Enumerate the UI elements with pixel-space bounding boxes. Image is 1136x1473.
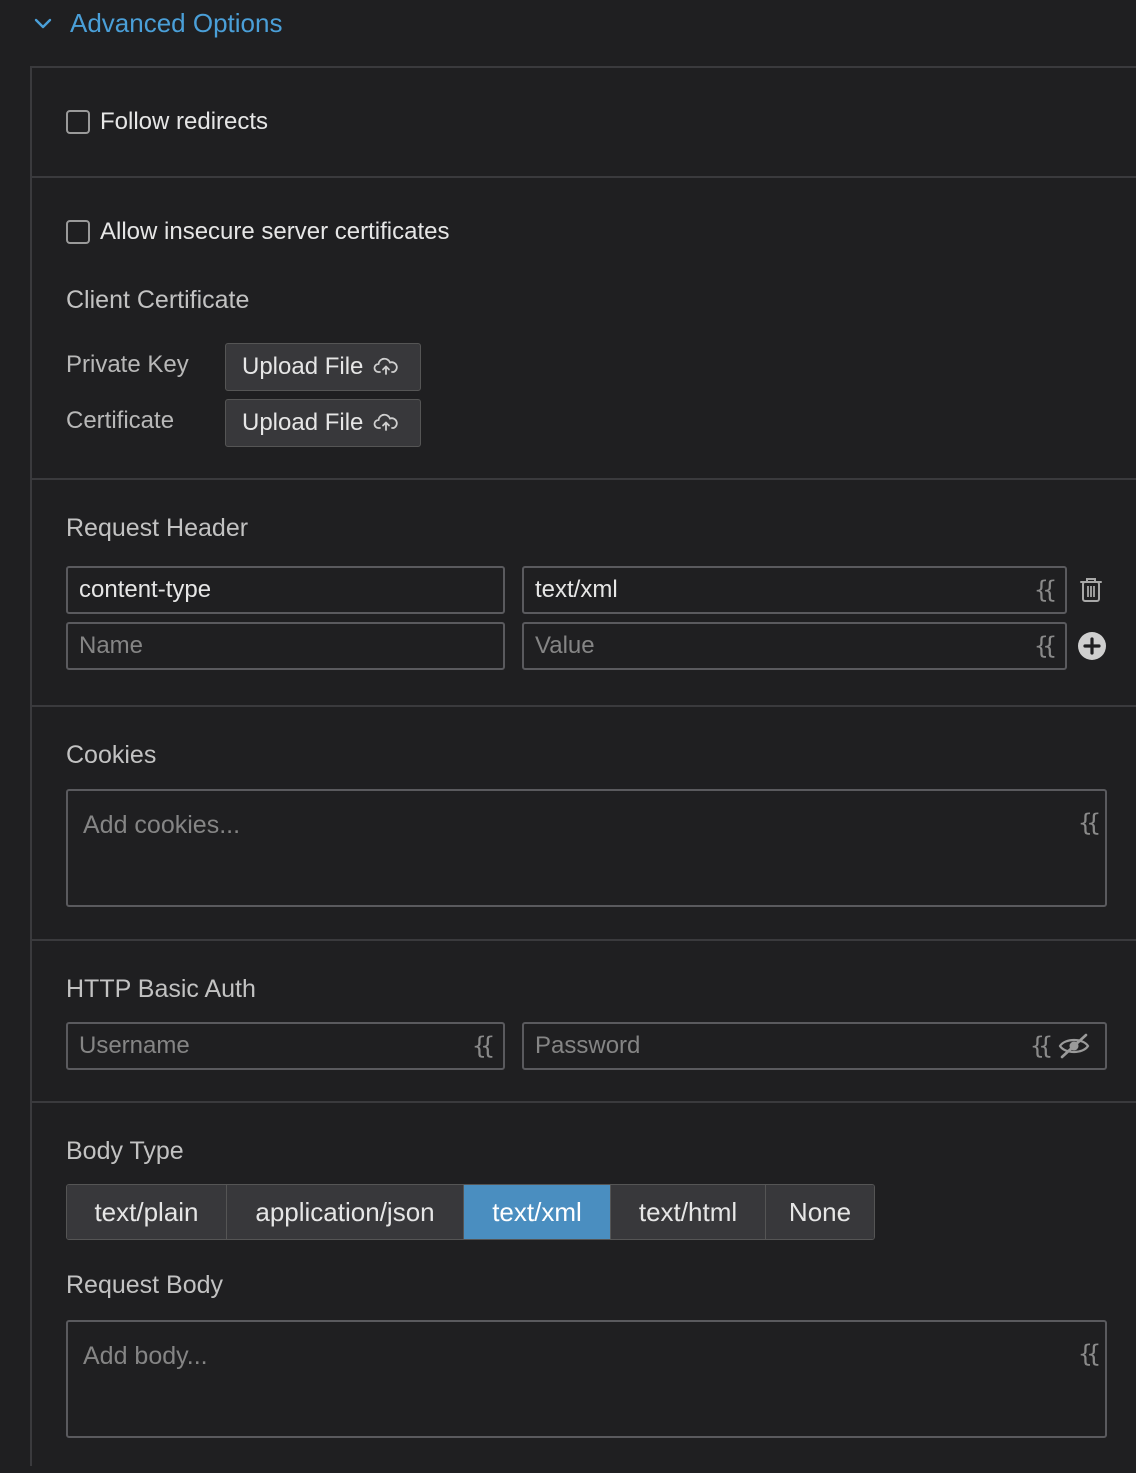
cloud-upload-icon <box>374 413 399 431</box>
security-section: Allow insecure server certificates Clien… <box>32 178 1136 480</box>
eye-slash-icon[interactable] <box>1057 1033 1091 1059</box>
insecure-checkbox[interactable] <box>66 220 90 244</box>
private-key-label: Private Key <box>66 351 189 378</box>
body-type-text-plain[interactable]: text/plain <box>67 1185 227 1239</box>
body-type-title: Body Type <box>66 1137 184 1165</box>
request-header-title: Request Header <box>66 514 249 542</box>
certificate-label: Certificate <box>66 407 175 434</box>
insecure-label: Allow insecure server certificates <box>100 218 450 245</box>
body-type-none[interactable]: None <box>766 1185 874 1239</box>
header-new-value-input[interactable]: Value {{ <box>522 622 1067 670</box>
follow-redirects-label: Follow redirects <box>100 108 269 135</box>
basic-auth-section: HTTP Basic Auth Username {{ Password {{ <box>32 941 1136 1103</box>
header-value-value: text/xml <box>535 576 618 603</box>
request-body-title: Request Body <box>66 1271 224 1299</box>
private-key-upload-button[interactable]: Upload File <box>225 343 421 391</box>
certificate-upload-button[interactable]: Upload File <box>225 399 421 447</box>
template-icon[interactable]: {{ <box>1030 1032 1053 1060</box>
advanced-options-panel: Follow redirects Allow insecure server c… <box>30 66 1136 1466</box>
cookies-placeholder: Add cookies... <box>83 811 241 839</box>
body-type-text-xml[interactable]: text/xml <box>464 1185 611 1239</box>
request-body-placeholder: Add body... <box>83 1342 208 1370</box>
body-type-application-json[interactable]: application/json <box>227 1185 464 1239</box>
advanced-options-toggle[interactable]: Advanced Options <box>0 0 1136 46</box>
trash-icon[interactable] <box>1078 576 1104 604</box>
template-icon[interactable]: {{ <box>1078 1340 1101 1368</box>
header-new-name-input[interactable]: Name <box>66 622 505 670</box>
header-name-value: content-type <box>79 576 212 603</box>
cookies-title: Cookies <box>66 741 157 769</box>
template-icon[interactable]: {{ <box>472 1032 495 1060</box>
plus-circle-icon[interactable] <box>1077 631 1107 661</box>
body-section: Body Type Request Body Add body... {{ <box>32 1103 1136 1473</box>
password-input[interactable]: Password {{ <box>522 1022 1107 1070</box>
request-header-section: Request Header content-type text/xml {{ … <box>32 480 1136 707</box>
advanced-options-title: Advanced Options <box>70 7 283 38</box>
client-certificate-title: Client Certificate <box>66 286 250 314</box>
username-placeholder: Username <box>79 1032 190 1059</box>
template-icon[interactable]: {{ <box>1078 809 1101 837</box>
basic-auth-title: HTTP Basic Auth <box>66 975 256 1003</box>
body-type-text-html[interactable]: text/html <box>611 1185 766 1239</box>
cookies-section: Cookies Add cookies... {{ <box>32 707 1136 941</box>
name-placeholder: Name <box>79 632 144 659</box>
cloud-upload-icon <box>374 357 399 375</box>
cookies-textarea[interactable]: Add cookies... {{ <box>66 789 1107 907</box>
follow-redirects-section: Follow redirects <box>32 68 1136 178</box>
chevron-down-icon <box>34 18 52 29</box>
value-placeholder: Value <box>535 632 595 659</box>
follow-redirects-row: Follow redirects <box>66 108 268 136</box>
upload-button-label: Upload File <box>242 409 364 436</box>
template-icon[interactable]: {{ <box>1034 576 1057 604</box>
password-placeholder: Password <box>535 1032 641 1059</box>
template-icon[interactable]: {{ <box>1034 632 1057 660</box>
body-type-selector: text/plain application/json text/xml tex… <box>66 1184 875 1240</box>
request-body-textarea[interactable]: Add body... {{ <box>66 1320 1107 1438</box>
upload-button-label: Upload File <box>242 353 364 380</box>
header-value-input[interactable]: text/xml {{ <box>522 566 1067 614</box>
header-name-input[interactable]: content-type <box>66 566 505 614</box>
follow-redirects-checkbox[interactable] <box>66 110 90 134</box>
username-input[interactable]: Username {{ <box>66 1022 505 1070</box>
insecure-row: Allow insecure server certificates <box>66 218 449 246</box>
